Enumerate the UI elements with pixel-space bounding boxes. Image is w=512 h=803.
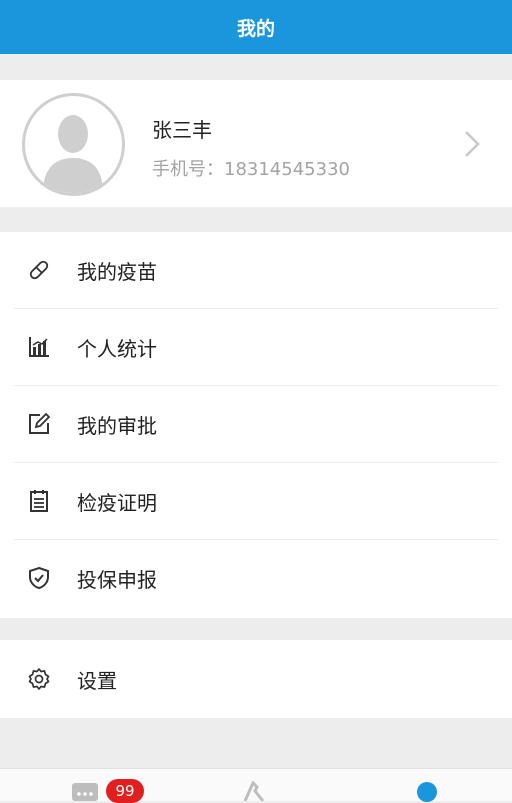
user-name: 张三丰 xyxy=(152,118,212,142)
menu-item-statistics[interactable]: 个人统计 xyxy=(0,309,512,386)
gear-icon xyxy=(28,668,50,690)
menu-list: 我的疫苗 个人统计 我的审批 检疫证明 投保申报 xyxy=(0,232,512,618)
settings-label: 设置 xyxy=(77,669,117,693)
bottom-tab-bar: 99 xyxy=(0,768,512,803)
document-icon xyxy=(30,490,48,512)
page-header: 我的 xyxy=(0,0,512,54)
menu-item-label: 我的疫苗 xyxy=(77,260,157,284)
shield-icon xyxy=(29,566,49,590)
menu-item-insurance[interactable]: 投保申报 xyxy=(0,540,512,617)
menu-item-approval[interactable]: 我的审批 xyxy=(0,386,512,463)
unread-badge: 99 xyxy=(106,779,144,803)
chevron-right-icon xyxy=(465,131,480,157)
chart-icon xyxy=(29,337,49,357)
menu-item-label: 投保申报 xyxy=(77,568,157,592)
pill-icon xyxy=(29,260,49,280)
avatar xyxy=(22,93,125,196)
edit-icon xyxy=(29,412,51,434)
menu-item-label: 检疫证明 xyxy=(77,491,157,515)
menu-item-settings[interactable]: 设置 xyxy=(0,640,512,718)
menu-item-label: 个人统计 xyxy=(77,337,157,361)
work-tab-icon[interactable] xyxy=(241,781,271,801)
avatar-placeholder-icon xyxy=(43,115,103,193)
menu-item-certificate[interactable]: 检疫证明 xyxy=(0,463,512,540)
menu-item-label: 我的审批 xyxy=(77,414,157,438)
message-tab-icon[interactable] xyxy=(72,783,98,801)
page-title: 我的 xyxy=(236,17,275,40)
profile-card[interactable]: 张三丰 手机号：18314545330 xyxy=(0,80,512,207)
user-phone: 手机号：18314545330 xyxy=(152,159,350,180)
menu-item-vaccine[interactable]: 我的疫苗 xyxy=(0,232,512,309)
